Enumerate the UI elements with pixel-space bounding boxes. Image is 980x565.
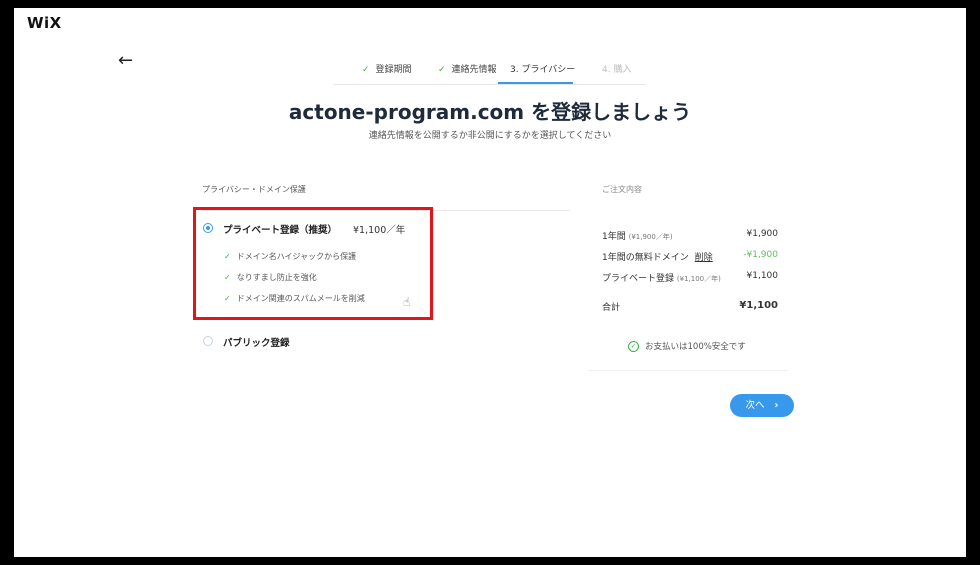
step-purchase: 4. 購入 — [602, 65, 632, 75]
checkout-steps: ✓ 登録期間 ✓ 連絡先情報 3. プライバシー 4. 購入 — [334, 58, 646, 85]
check-icon: ✓ — [362, 65, 370, 75]
shield-check-icon: ✓ — [628, 341, 639, 352]
remove-link[interactable]: 削除 — [695, 253, 713, 263]
chevron-right-icon: › — [774, 400, 779, 411]
browser-viewport: WiX ← ✓ 登録期間 ✓ 連絡先情報 3. プライバシー 4. 購入 acton… — [14, 8, 966, 557]
order-summary-title: ご注文内容 — [602, 185, 642, 194]
divider — [588, 370, 788, 371]
check-icon: ✓ — [438, 65, 446, 75]
wix-logo[interactable]: WiX — [27, 14, 62, 32]
active-step-indicator — [498, 82, 573, 84]
highlight-box — [193, 207, 433, 320]
step-privacy[interactable]: 3. プライバシー — [510, 62, 575, 75]
next-button[interactable]: 次へ › — [730, 394, 794, 417]
back-arrow-icon[interactable]: ← — [118, 52, 133, 70]
privacy-section-label: プライバシー・ドメイン保護 — [202, 185, 306, 194]
public-registration-radio[interactable] — [203, 336, 213, 346]
step-registration-period[interactable]: ✓ 登録期間 — [362, 62, 412, 75]
secure-payment-note: ✓ お支払いは100%安全です — [628, 340, 746, 352]
page-subtitle: 連絡先情報を公開するか非公開にするかを選択してください — [368, 131, 612, 141]
step-contact-info[interactable]: ✓ 連絡先情報 — [438, 62, 497, 75]
page-title: actone-program.com を登録しましょう — [288, 100, 692, 124]
public-registration-label[interactable]: パブリック登録 — [223, 335, 290, 349]
